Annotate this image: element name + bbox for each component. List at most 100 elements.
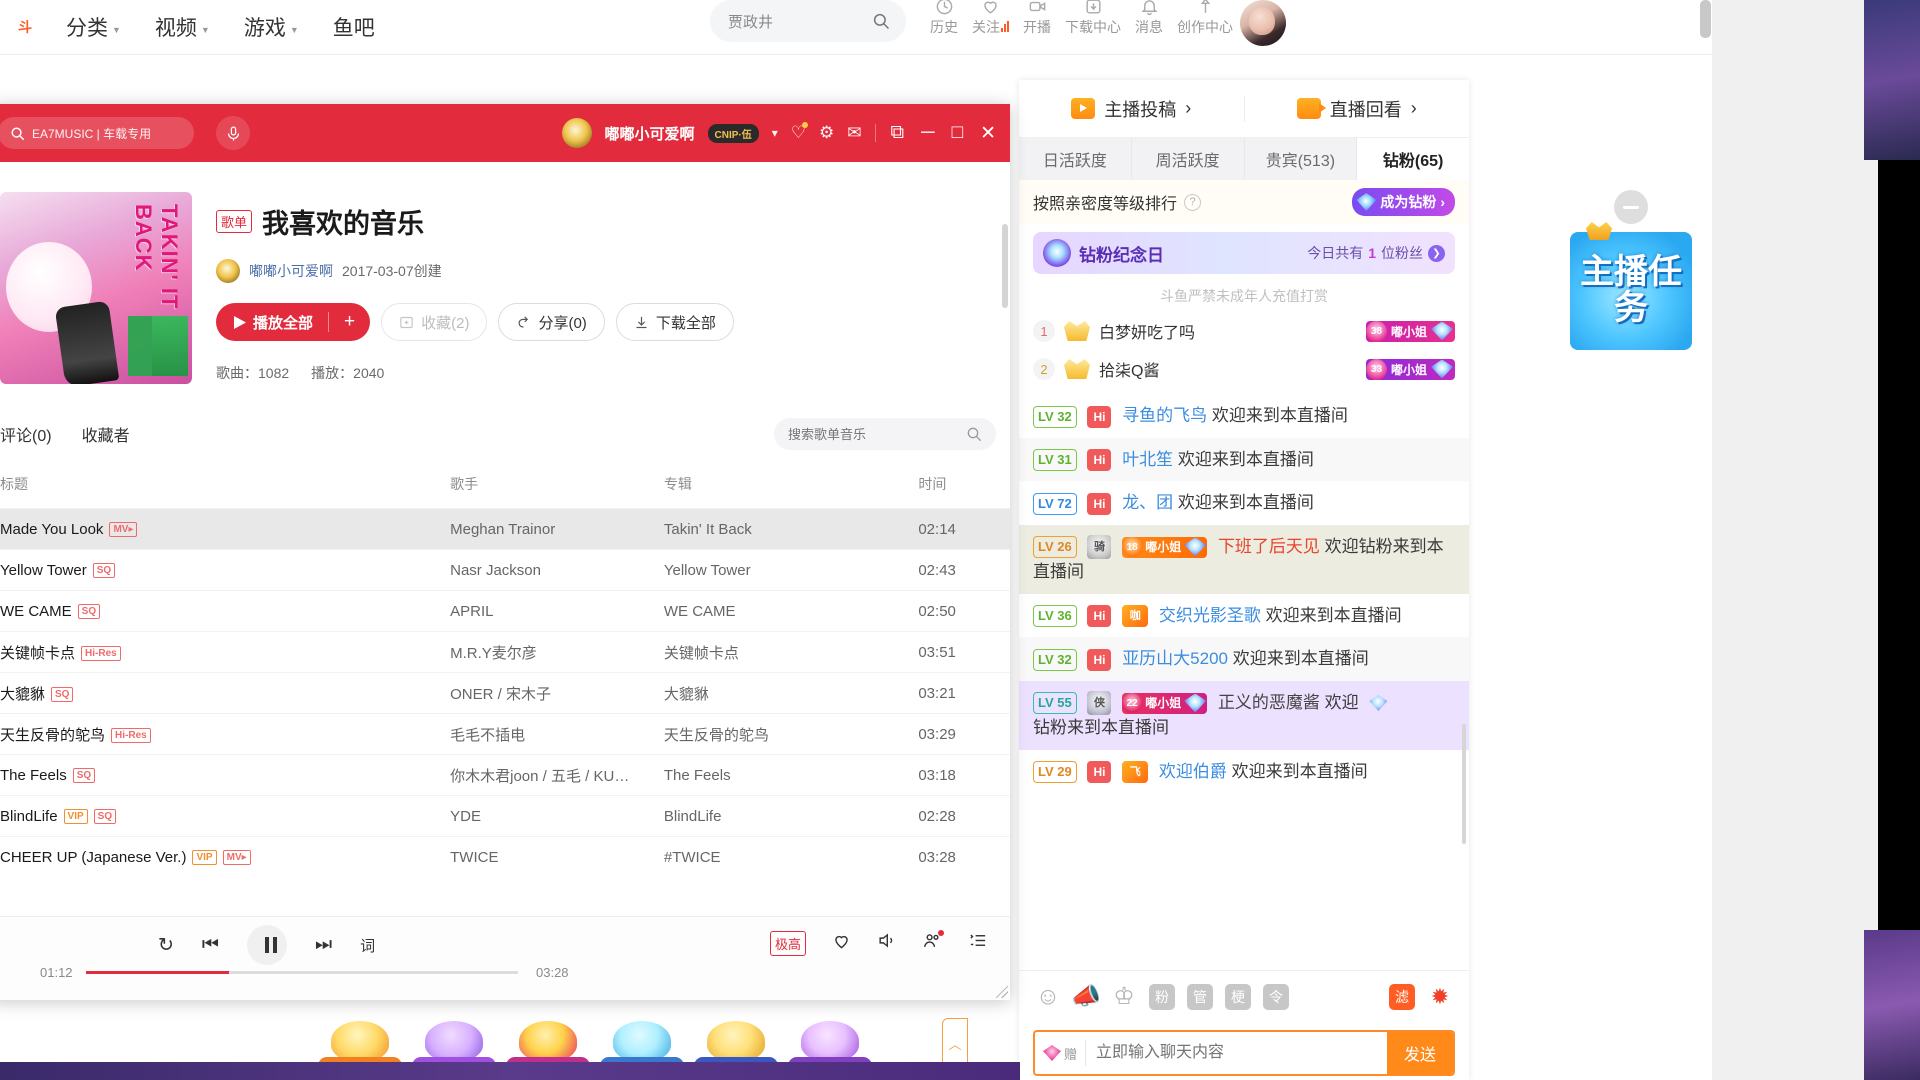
rank-row[interactable]: 2 拾柒Q酱 33 嘟小姐 — [1019, 350, 1469, 388]
playlist-author[interactable]: 嘟嘟小可爱啊 — [249, 261, 333, 281]
chat-username[interactable]: 叶北笙 — [1122, 450, 1173, 469]
pause-icon[interactable] — [247, 925, 288, 965]
anniversary-banner[interactable]: 钻粉纪念日 今日共有 1 位粉丝 ❯ — [1033, 232, 1455, 274]
rank-row[interactable]: 1 白梦妍吃了吗 38 嘟小姐 — [1019, 312, 1469, 350]
emoji-icon[interactable]: ☺ — [1035, 983, 1061, 1010]
chat-message[interactable]: LV 72 Hi 龙、团 欢迎来到本直播间 — [1019, 481, 1469, 525]
filter-icon[interactable]: 滤 — [1389, 983, 1415, 1010]
playlist-cover[interactable]: TAKIN' IT BACK — [0, 192, 192, 384]
equalizer-icon[interactable] — [832, 931, 851, 956]
playlist-search-input[interactable] — [788, 426, 966, 442]
tab-vip[interactable]: 贵宾(513) — [1244, 138, 1358, 180]
lyrics-icon[interactable]: 词 — [360, 935, 375, 956]
download-all-button[interactable]: 下载全部 — [615, 303, 734, 341]
chat-message[interactable]: LV 31 Hi 叶北笙 欢迎来到本直播间 — [1019, 437, 1469, 481]
playlist-search[interactable] — [774, 418, 996, 450]
chat-message[interactable]: LV 55 侠 22 嘟小姐 正义的恶魔酱 欢迎 钻粉来到本直播间 — [1019, 680, 1469, 750]
table-row[interactable]: Yellow Tower SQ Nasr Jackson Yellow Tower… — [0, 549, 1010, 591]
tab-weekly-activity[interactable]: 周活跃度 — [1131, 138, 1245, 180]
chat-message[interactable]: LV 36 Hi 咖 交织光影圣歌 欢迎来到本直播间 — [1019, 594, 1469, 638]
close-button[interactable]: ✕ — [978, 122, 998, 145]
chat-message-list[interactable]: LV 32 Hi 寻鱼的飞鸟 欢迎来到本直播间 LV 31 Hi 叶北笙 欢迎来… — [1019, 394, 1469, 844]
link-live-replay[interactable]: 直播回看 › — [1243, 95, 1470, 122]
gift-badge[interactable]: 赠 — [1035, 1040, 1087, 1066]
play-all-button[interactable]: 播放全部 + — [216, 303, 371, 341]
mini-mode-button[interactable]: ⧉ — [889, 122, 907, 144]
noble-crown-icon[interactable]: ♔ — [1111, 983, 1137, 1010]
nav-messages[interactable]: 消息 — [1135, 0, 1163, 37]
table-row[interactable]: The Feels SQ 你木木君joon / 五毛 / KU… The Feel… — [0, 754, 1010, 796]
chat-username[interactable]: 亚历山大5200 — [1122, 649, 1228, 668]
question-icon[interactable]: ? — [1184, 193, 1202, 211]
send-button[interactable]: 发送 — [1387, 1032, 1453, 1074]
music-search[interactable]: EA7MUSIC | 车载专用 — [0, 117, 194, 149]
user-avatar[interactable] — [1240, 0, 1286, 46]
meme-icon[interactable]: 梗 — [1225, 983, 1251, 1010]
table-row[interactable]: BlindLife VIP SQ YDE BlindLife 02:28 — [0, 795, 1010, 837]
chat-scrollbar[interactable] — [1462, 724, 1466, 844]
chat-input[interactable] — [1086, 1032, 1387, 1074]
nav-item-1[interactable]: 视频 ▼ — [155, 12, 210, 42]
nav-creator[interactable]: 创作中心 — [1177, 0, 1233, 37]
tab-diamond-fans[interactable]: 钻粉(65) — [1357, 138, 1469, 180]
previous-icon[interactable]: ⏮ — [202, 934, 219, 956]
repeat-icon[interactable]: ↻ — [158, 934, 174, 957]
collapse-icon[interactable]: ︿ — [942, 1018, 968, 1068]
next-icon[interactable]: ⏭ — [315, 934, 332, 956]
quality-badge[interactable]: 极高 — [769, 931, 806, 956]
favorite-button[interactable]: 收藏(2) — [381, 303, 488, 341]
fans-icon[interactable]: 粉 — [1149, 983, 1175, 1010]
chat-username[interactable]: 正义的恶魔酱 — [1218, 693, 1320, 712]
listen-together-icon[interactable] — [922, 930, 944, 956]
table-row[interactable]: 天生反骨的鸵鸟 Hi-Res 毛毛不插电 天生反骨的鸵鸟 03:29 — [0, 713, 1010, 755]
maximize-button[interactable]: □ — [950, 122, 965, 144]
site-search-input[interactable] — [728, 12, 848, 30]
tab-daily-activity[interactable]: 日活跃度 — [1019, 138, 1132, 180]
mail-icon[interactable]: ✉ — [847, 123, 861, 143]
streamer-task-banner[interactable]: 主播任务 — [1570, 222, 1692, 350]
table-row[interactable]: WE CAME SQ APRIL WE CAME 02:50 — [0, 590, 1010, 632]
volume-icon[interactable] — [877, 931, 896, 956]
chat-message[interactable]: LV 26 骑 18 嘟小姐 下班了后天见 欢迎钻粉来到本直播间 — [1019, 524, 1469, 594]
chat-username[interactable]: 龙、团 — [1122, 493, 1173, 512]
chat-input-row[interactable]: 赠 发送 — [1033, 1030, 1455, 1076]
chevron-down-icon[interactable]: ▾ — [772, 126, 778, 140]
manage-icon[interactable]: 管 — [1187, 983, 1213, 1010]
chat-message[interactable]: LV 29 Hi 飞 欢迎伯爵 欢迎来到本直播间 — [1019, 750, 1469, 794]
order-icon[interactable]: 令 — [1263, 983, 1289, 1010]
share-button[interactable]: 分享(0) — [498, 303, 605, 341]
nav-item-3[interactable]: 鱼吧 — [333, 12, 375, 42]
avatar[interactable] — [561, 118, 592, 148]
chat-username[interactable]: 寻鱼的飞鸟 — [1122, 406, 1207, 425]
nav-history[interactable]: 历史 — [930, 0, 958, 37]
arrow-right-icon[interactable]: ❯ — [1428, 244, 1445, 262]
page-scrollbar-thumb[interactable] — [1700, 0, 1711, 38]
nav-follow[interactable]: 关注 — [972, 0, 1009, 37]
table-row[interactable]: 关键帧卡点 Hi-Res M.R.Y麦尔彦 关键帧卡点 03:51 — [0, 631, 1010, 673]
nav-item-0[interactable]: 分类 ▼ — [66, 12, 121, 42]
chat-username[interactable]: 欢迎伯爵 — [1159, 762, 1227, 781]
bomb-icon[interactable]: ✹ — [1427, 984, 1453, 1010]
megaphone-icon[interactable]: 📣 — [1071, 983, 1101, 1010]
voice-search-icon[interactable] — [216, 116, 250, 150]
playlist-icon[interactable] — [968, 931, 988, 956]
table-row[interactable]: CHEER UP (Japanese Ver.) VIP MV▸ TWICE #TW… — [0, 836, 1010, 878]
add-to-list-button[interactable]: + — [329, 311, 370, 333]
search-icon[interactable] — [872, 12, 890, 30]
link-streamer-posts[interactable]: 主播投稿 › — [1019, 96, 1244, 122]
minimize-button[interactable]: ─ — [919, 122, 936, 144]
avatar[interactable] — [216, 259, 240, 283]
chat-username[interactable]: 交织光影圣歌 — [1159, 606, 1261, 625]
table-row[interactable]: 大貔貅 SQ ONER / 宋木子 大貔貅 03:21 — [0, 672, 1010, 714]
site-logo[interactable]: 斗鱼 — [18, 20, 32, 35]
music-user-name[interactable]: 嘟嘟小可爱啊 — [605, 123, 695, 144]
resize-handle[interactable] — [996, 986, 1008, 998]
music-scrollbar-thumb[interactable] — [1002, 224, 1008, 308]
site-search[interactable] — [710, 0, 906, 42]
chat-message[interactable]: LV 32 Hi 寻鱼的飞鸟 欢迎来到本直播间 — [1019, 394, 1469, 438]
minus-icon[interactable] — [1614, 190, 1648, 224]
settings-icon[interactable]: ⚙ — [819, 123, 834, 143]
progress-bar[interactable] — [86, 971, 518, 974]
tab-comments[interactable]: 评论(0) — [0, 422, 52, 446]
skin-icon[interactable]: ♡ — [791, 122, 809, 143]
